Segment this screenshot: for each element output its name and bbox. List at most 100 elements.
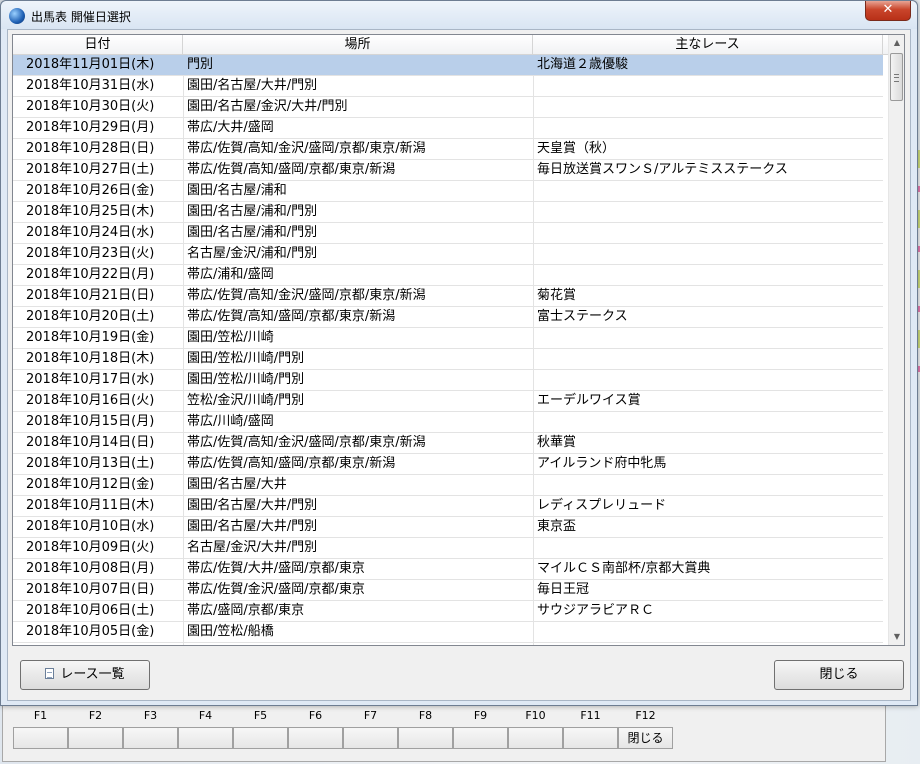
table-row[interactable]: 2018年10月05日(金) 園田/笠松/船橋 [13,622,883,643]
table-row[interactable]: 2018年10月25日(木) 園田/名古屋/浦和/門別 [13,202,883,223]
fkey-button-f3[interactable] [123,727,178,749]
row-venue: 帯広/佐賀/高知/金沢/盛岡/京都/東京/新潟 [187,288,426,303]
row-date: 2018年10月15日(月) [26,414,155,429]
row-date: 2018年11月01日(木) [26,57,155,72]
race-list-button[interactable]: レース一覧 [20,660,150,690]
row-venue: 帯広/浦和/盛岡 [187,267,274,282]
table-row[interactable]: 2018年10月26日(金) 園田/名古屋/浦和 [13,181,883,202]
row-venue: 園田/名古屋/大井/門別 [187,498,318,513]
row-main-race [537,181,882,201]
row-main-race [537,328,882,348]
row-venue: 園田/名古屋/大井/門別 [187,78,318,93]
fkey-label: F1 [33,709,48,722]
row-venue: 帯広/佐賀/高知/金沢/盛岡/京都/東京/新潟 [187,141,426,156]
table-row[interactable]: 2018年10月30日(火) 園田/名古屋/金沢/大井/門別 [13,97,883,118]
fkey-f5: F5 [233,707,288,755]
fkey-button-f7[interactable] [343,727,398,749]
dialog-body: 日付 場所 主なレース 2018年11月01日(木) 門別 北海道２歳優駿 2018年… [7,29,911,701]
table-row[interactable]: 2018年10月17日(水) 園田/笠松/川崎/門別 [13,370,883,391]
row-main-race: 毎日王冠 [537,582,590,597]
table-row[interactable]: 2018年10月12日(金) 園田/名古屋/大井 [13,475,883,496]
row-main-race: 秋華賞 [537,435,577,450]
title-bar[interactable]: 出馬表 開催日選択 ✕ [1,1,917,29]
row-main-race: エーデルワイス賞 [537,393,641,408]
fkey-button-f10[interactable] [508,727,563,749]
scroll-down-arrow-icon[interactable]: ▼ [889,629,904,645]
table-row[interactable]: 2018年10月27日(土) 帯広/佐賀/高知/盛岡/京都/東京/新潟 毎日放送賞ス… [13,160,883,181]
fkey-button-f8[interactable] [398,727,453,749]
column-header-date[interactable]: 日付 [13,35,183,54]
row-main-race [537,349,882,369]
row-venue: 門別 [187,57,214,72]
column-header-main-race[interactable]: 主なレース [533,35,883,54]
row-main-race [537,202,882,222]
row-date: 2018年10月07日(日) [26,582,155,597]
table-row[interactable]: 2018年10月18日(木) 園田/笠松/川崎/門別 [13,349,883,370]
column-header-venue[interactable]: 場所 [183,35,533,54]
row-date: 2018年10月21日(日) [26,288,155,303]
row-main-race: 東京盃 [537,519,577,534]
fkey-button-f5[interactable] [233,727,288,749]
table-row[interactable]: 2018年10月13日(土) 帯広/佐賀/高知/盛岡/京都/東京/新潟 アイルランド… [13,454,883,475]
scroll-thumb[interactable] [890,53,903,101]
dialog-window: 出馬表 開催日選択 ✕ 日付 場所 主なレース 2018年11月01日(木) 門別… [0,0,918,706]
fkey-button-f11[interactable] [563,727,618,749]
row-main-race: マイルＣＳ南部杯/京都大賞典 [537,561,711,576]
fkey-button-f4[interactable] [178,727,233,749]
fkey-button-f6[interactable] [288,727,343,749]
fkey-label: F11 [580,709,601,722]
table-row[interactable]: 2018年10月31日(水) 園田/名古屋/大井/門別 [13,76,883,97]
row-main-race [537,412,882,432]
table-row[interactable]: 2018年10月06日(土) 帯広/盛岡/京都/東京 サウジアラビアＲＣ [13,601,883,622]
row-date: 2018年10月28日(日) [26,141,155,156]
table-row[interactable]: 2018年10月09日(火) 名古屋/金沢/大井/門別 [13,538,883,559]
row-date: 2018年10月22日(月) [26,267,155,282]
close-button[interactable]: 閉じる [774,660,904,690]
table-row[interactable]: 2018年10月20日(土) 帯広/佐賀/高知/盛岡/京都/東京/新潟 富士ステーク… [13,307,883,328]
table-row[interactable]: 2018年10月15日(月) 帯広/川崎/盛岡 [13,412,883,433]
table-row[interactable]: 2018年10月24日(水) 園田/名古屋/浦和/門別 [13,223,883,244]
fkey-button-f2[interactable] [68,727,123,749]
table-row[interactable]: 2018年11月01日(木) 門別 北海道２歳優駿 [13,55,883,76]
table-row[interactable]: 2018年10月10日(水) 園田/名古屋/大井/門別 東京盃 [13,517,883,538]
fkey-label: F5 [253,709,268,722]
fkey-label: F12 [635,709,656,722]
fkey-button-f1[interactable] [13,727,68,749]
table-row[interactable]: 2018年10月28日(日) 帯広/佐賀/高知/金沢/盛岡/京都/東京/新潟 天皇賞… [13,139,883,160]
row-main-race [537,118,882,138]
fkey-label: F9 [473,709,488,722]
window-close-button[interactable]: ✕ [865,1,911,21]
fkey-button-f9[interactable] [453,727,508,749]
table-row[interactable]: 2018年10月23日(火) 名古屋/金沢/浦和/門別 [13,244,883,265]
table-row[interactable]: 2018年10月19日(金) 園田/笠松/川崎 [13,328,883,349]
app-globe-icon [9,8,25,24]
row-main-race: 菊花賞 [537,288,577,303]
table-row[interactable]: 2018年10月11日(木) 園田/名古屋/大井/門別 レディスプレリュード [13,496,883,517]
table-row[interactable]: 2018年10月14日(日) 帯広/佐賀/高知/金沢/盛岡/京都/東京/新潟 秋華賞 [13,433,883,454]
row-venue: 帯広/大井/盛岡 [187,120,274,135]
table-row[interactable]: 2018年10月16日(火) 笠松/金沢/川崎/門別 エーデルワイス賞 [13,391,883,412]
table-row[interactable]: 2018年10月21日(日) 帯広/佐賀/高知/金沢/盛岡/京都/東京/新潟 菊花賞 [13,286,883,307]
scroll-up-arrow-icon[interactable]: ▲ [889,35,904,51]
fkey-f2: F2 [68,707,123,755]
table-row[interactable]: 2018年10月29日(月) 帯広/大井/盛岡 [13,118,883,139]
row-main-race: アイルランド府中牝馬 [537,456,667,471]
row-venue: 園田/名古屋/浦和/門別 [187,225,318,240]
race-day-list[interactable]: 日付 場所 主なレース 2018年11月01日(木) 門別 北海道２歳優駿 2018年… [12,34,905,646]
row-main-race [537,370,882,390]
fkey-button-f12[interactable]: 閉じる [618,727,673,749]
table-row[interactable]: 2018年10月22日(月) 帯広/浦和/盛岡 [13,265,883,286]
row-venue: 園田/笠松/川崎 [187,330,274,345]
row-date: 2018年10月06日(土) [26,603,155,618]
fkey-label: F7 [363,709,378,722]
vertical-scrollbar[interactable]: ▲ ▼ [888,35,904,645]
row-venue: 帯広/佐賀/高知/金沢/盛岡/京都/東京/新潟 [187,435,426,450]
row-venue: 帯広/佐賀/大井/盛岡/京都/東京 [187,561,365,576]
document-icon [45,668,55,679]
row-venue: 園田/名古屋/浦和/門別 [187,204,318,219]
table-row[interactable]: 2018年10月07日(日) 帯広/佐賀/金沢/盛岡/京都/東京 毎日王冠 [13,580,883,601]
fkey-label: F2 [88,709,103,722]
table-row[interactable]: 2018年10月08日(月) 帯広/佐賀/大井/盛岡/京都/東京 マイルＣＳ南部杯/… [13,559,883,580]
row-main-race: 毎日放送賞スワンＳ/アルテミスステークス [537,162,788,177]
row-main-race [537,265,882,285]
